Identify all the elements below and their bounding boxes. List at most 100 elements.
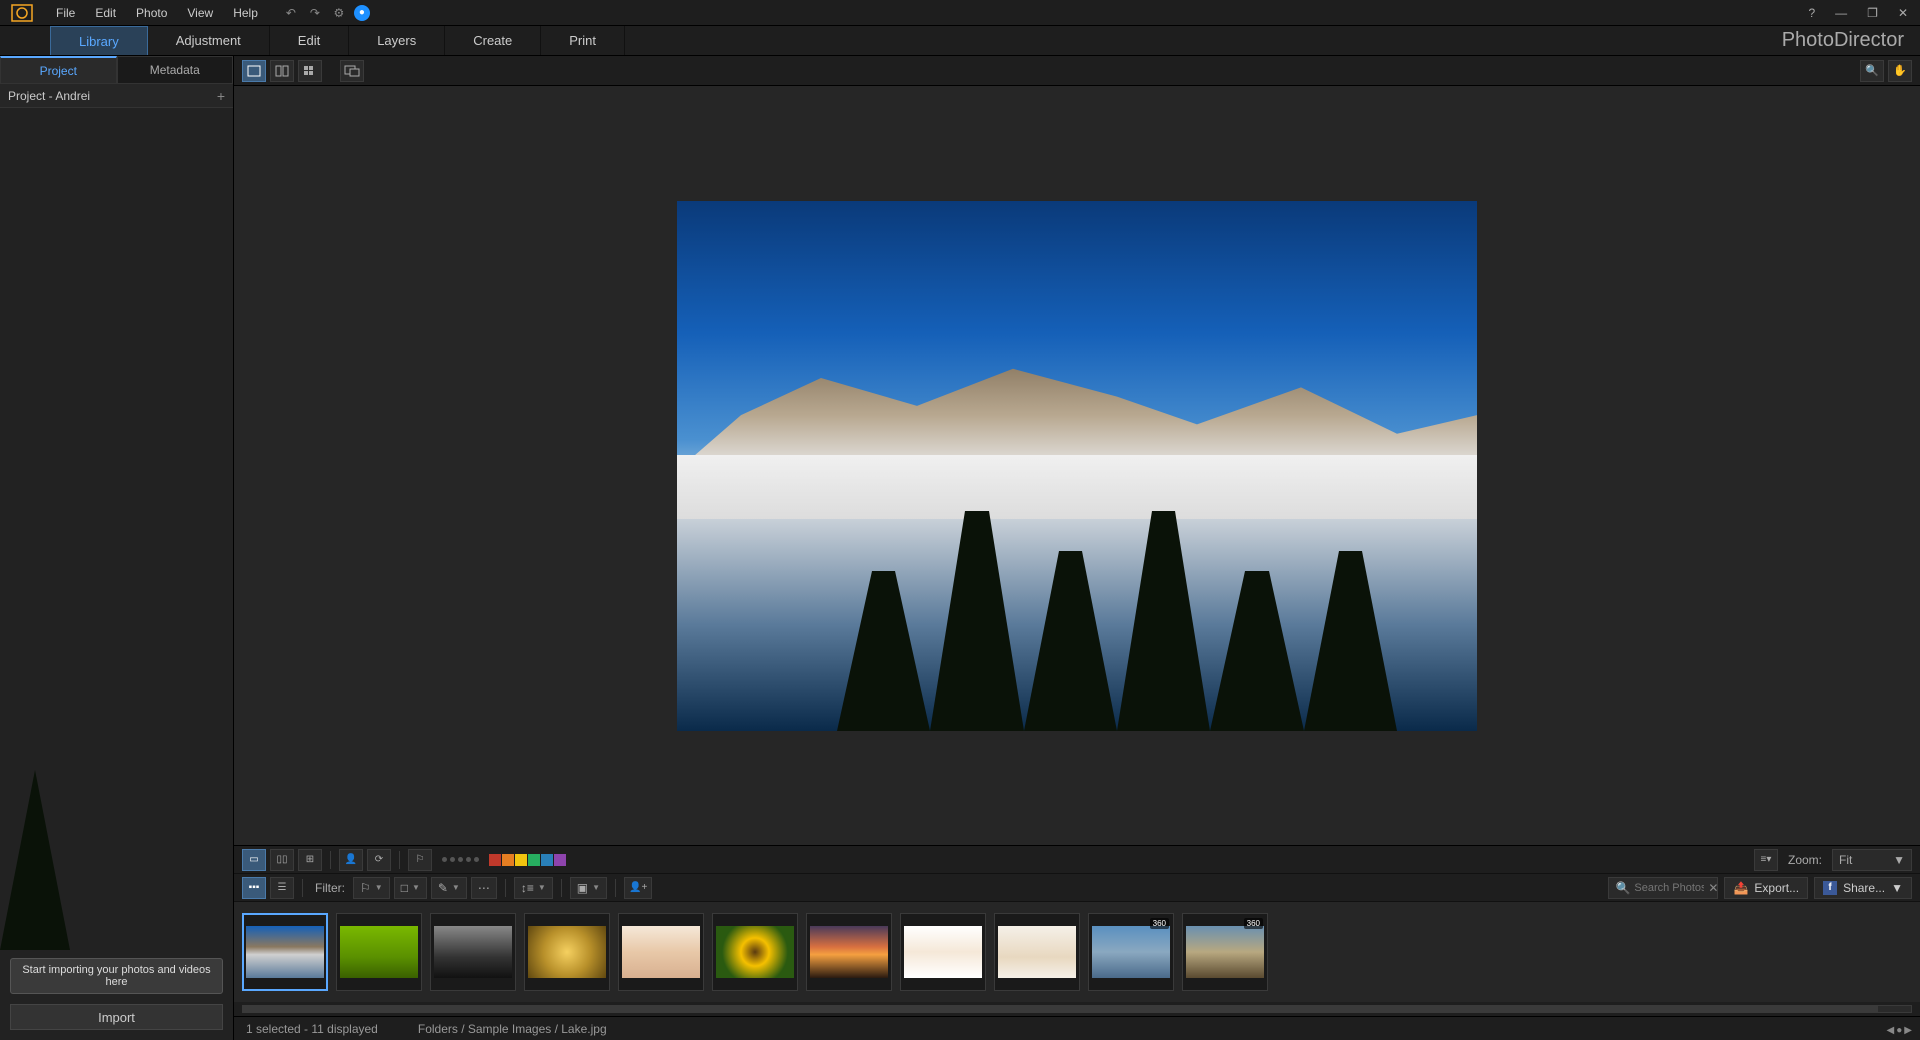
maximize-button[interactable]: ❐ — [1863, 4, 1882, 22]
share-button[interactable]: f Share... ▼ — [1814, 877, 1912, 899]
tree-item[interactable]: ▷▪1 Star or Better (0) — [35, 190, 67, 210]
menu-file[interactable]: File — [46, 2, 85, 24]
filmstrip-scrollbar[interactable]: ◀●▶ — [234, 1002, 1920, 1016]
filmstrip[interactable]: 360 360 — [234, 902, 1920, 1002]
color-swatch[interactable] — [541, 854, 553, 866]
tree-item[interactable]: ▷▪All Photos (11) — [35, 130, 67, 150]
rating-dot[interactable] — [474, 857, 479, 862]
sub-tab-metadata[interactable]: Metadata — [117, 56, 234, 84]
color-swatch[interactable] — [554, 854, 566, 866]
thumbnail-sunflower[interactable] — [712, 913, 798, 991]
stack-dropdown[interactable]: ▣▼ — [570, 877, 607, 899]
thumbnail-portrait2[interactable] — [900, 913, 986, 991]
thumbnail-pano1[interactable]: 360 — [1088, 913, 1174, 991]
tab-layers[interactable]: Layers — [349, 26, 445, 55]
close-button[interactable]: ✕ — [1894, 4, 1912, 22]
sort-order-dropdown[interactable]: ↕≡▼ — [514, 877, 553, 899]
tree-item[interactable]: ▷▪Latest Imports (0) — [35, 170, 67, 190]
menu-view[interactable]: View — [177, 2, 223, 24]
filter-label-dropdown[interactable]: □▼ — [394, 877, 427, 899]
filter-flag-dropdown[interactable]: ⚐▼ — [353, 877, 390, 899]
tree-item[interactable]: ▷▪Recently Edited (0) — [35, 150, 67, 170]
browser-mode-2-icon[interactable]: ▯▯ — [270, 849, 294, 871]
thumbnail-portrait3[interactable] — [994, 913, 1080, 991]
chevron-down-icon: ▼ — [1891, 881, 1903, 895]
export-button[interactable]: 📤 Export... — [1724, 877, 1808, 899]
thumbnail-portrait1[interactable] — [618, 913, 704, 991]
tree-item[interactable]: ▷▪Local Disk (C:) — [35, 292, 70, 312]
preview-area[interactable] — [234, 86, 1920, 845]
tree-section-tags[interactable]: ▶Tags+ — [35, 354, 51, 376]
expand-icon: ▷ — [59, 196, 65, 205]
search-input[interactable] — [1634, 882, 1704, 894]
rotate-icon[interactable]: ⟳ — [367, 849, 391, 871]
tree-section-folders[interactable]: ▼Folders — [35, 270, 51, 292]
thumb-size-list-icon[interactable]: ☰ — [270, 877, 294, 899]
view-mode-single-icon[interactable] — [242, 60, 266, 82]
sort-icon[interactable]: ≡▾ — [1754, 849, 1778, 871]
help-button[interactable]: ? — [1804, 4, 1819, 22]
color-swatch[interactable] — [502, 854, 514, 866]
color-swatch[interactable] — [528, 854, 540, 866]
menu-edit[interactable]: Edit — [85, 2, 126, 24]
thumbnail-road-bw[interactable] — [430, 913, 516, 991]
import-area: Start importing your photos and videos h… — [0, 950, 233, 1040]
thumbnail-lake[interactable] — [242, 913, 328, 991]
undo-icon[interactable]: ↶ — [282, 4, 300, 22]
rating-dot[interactable] — [442, 857, 447, 862]
face-tag-icon[interactable]: 👤 — [339, 849, 363, 871]
settings-gear-icon[interactable]: ⚙ — [330, 4, 348, 22]
tree-section-albums[interactable]: ▶Albums+ — [35, 332, 51, 354]
tree-item[interactable]: ▷▪Rejected (0) — [35, 250, 67, 270]
thumbnail-pano2[interactable]: 360 — [1182, 913, 1268, 991]
pan-tool-icon[interactable]: ✋ — [1888, 60, 1912, 82]
tab-edit[interactable]: Edit — [270, 26, 349, 55]
tree-item[interactable]: ▷▪CyberLink Cloud (0) — [35, 230, 67, 250]
thumbnail-spiral[interactable] — [524, 913, 610, 991]
sub-tab-project[interactable]: Project — [0, 56, 117, 84]
export-label: Export... — [1754, 881, 1799, 895]
rating-dots[interactable] — [436, 857, 485, 862]
color-swatch[interactable] — [515, 854, 527, 866]
browser-mode-1-icon[interactable]: ▭ — [242, 849, 266, 871]
menu-photo[interactable]: Photo — [126, 2, 177, 24]
browser-mode-3-icon[interactable]: ⊞ — [298, 849, 322, 871]
add-project-button[interactable]: + — [217, 88, 225, 104]
notification-icon[interactable]: ● — [354, 5, 370, 21]
rating-dot[interactable] — [450, 857, 455, 862]
add-person-icon[interactable]: 👤+ — [624, 877, 652, 899]
rating-dot[interactable] — [466, 857, 471, 862]
tree-section-faces[interactable]: ▶Faces — [35, 376, 51, 398]
menu-help[interactable]: Help — [223, 2, 268, 24]
filter-more-dropdown[interactable]: ⋯ — [471, 877, 497, 899]
thumbnail-field[interactable] — [336, 913, 422, 991]
tab-create[interactable]: Create — [445, 26, 541, 55]
clear-search-icon[interactable]: ✕ — [1708, 881, 1718, 895]
tree-item[interactable]: ▷▪Sample Images (11) — [35, 312, 70, 332]
color-swatch[interactable] — [489, 854, 501, 866]
thumb-size-small-icon[interactable]: ▪▪▪ — [242, 877, 266, 899]
tab-adjustment[interactable]: Adjustment — [148, 26, 270, 55]
flag-icon[interactable]: ⚐ — [408, 849, 432, 871]
filmstrip-nav[interactable]: ◀●▶ — [1887, 1025, 1912, 1036]
tree-section-smart-collection[interactable]: ▼Smart Collection+ — [35, 108, 51, 130]
zoom-tool-icon[interactable]: 🔍 — [1860, 60, 1884, 82]
tab-library[interactable]: Library — [50, 26, 148, 55]
minimize-button[interactable]: — — [1831, 4, 1851, 22]
search-box[interactable]: 🔍 ✕ — [1608, 877, 1718, 899]
view-mode-compare-icon[interactable] — [270, 60, 294, 82]
thumbnail-sunset[interactable] — [806, 913, 892, 991]
import-button[interactable]: Import — [10, 1004, 223, 1030]
badge-360-icon: 360 — [1150, 918, 1169, 929]
rating-dot[interactable] — [458, 857, 463, 862]
app-logo-icon — [8, 3, 36, 23]
view-mode-grid-icon[interactable] — [298, 60, 322, 82]
project-header: Project - Andrei + — [0, 84, 233, 108]
project-name: Project - Andrei — [8, 89, 90, 103]
zoom-select[interactable]: Fit ▼ — [1832, 849, 1912, 871]
redo-icon[interactable]: ↷ — [306, 4, 324, 22]
secondary-display-icon[interactable] — [340, 60, 364, 82]
tree-item[interactable]: ▷▪5 Stars (0) — [35, 210, 67, 230]
tab-print[interactable]: Print — [541, 26, 625, 55]
filter-edit-dropdown[interactable]: ✎▼ — [431, 877, 467, 899]
